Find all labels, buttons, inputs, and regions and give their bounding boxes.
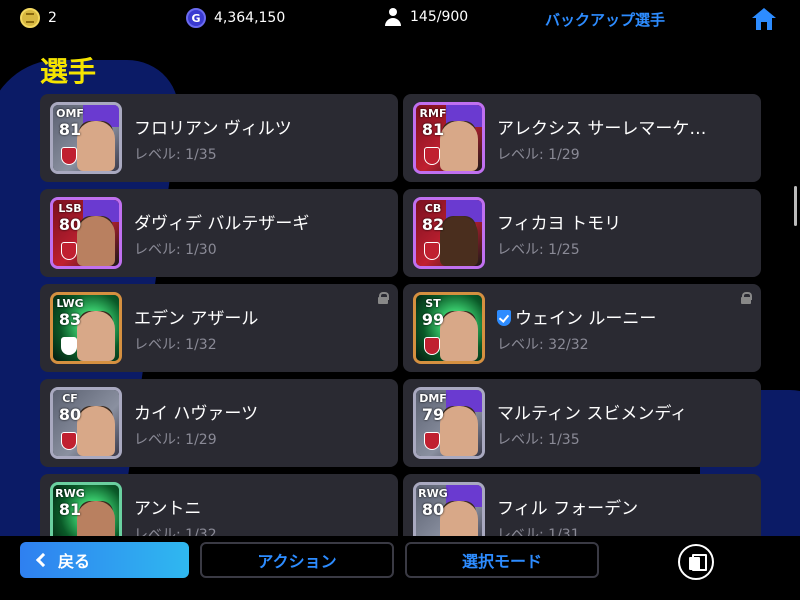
player-rating: 80 bbox=[421, 500, 445, 519]
player-rating: 81 bbox=[58, 120, 82, 139]
player-thumbnail: ST 99 bbox=[413, 292, 485, 364]
club-crest-icon bbox=[424, 242, 440, 260]
player-thumbnail: DMF 79 bbox=[413, 387, 485, 459]
player-position: RWG bbox=[418, 487, 448, 500]
coins-value: 2 bbox=[48, 10, 57, 26]
player-thumbnail: LWG 83 bbox=[50, 292, 122, 364]
player-position: DMF bbox=[419, 392, 447, 405]
player-position: LSB bbox=[58, 202, 82, 215]
player-level: レベル: 1/35 bbox=[134, 147, 217, 163]
player-thumbnail: RWG 81 bbox=[50, 482, 122, 536]
player-card[interactable]: LSB 80 ダヴィデ バルテザーギ レベル: 1/30 bbox=[40, 189, 398, 277]
player-name: ウェイン ルーニー bbox=[515, 309, 657, 329]
player-card[interactable]: LWG 83 エデン アザール レベル: 1/32 bbox=[40, 284, 398, 372]
backup-players-link[interactable]: バックアップ選手 bbox=[545, 9, 665, 30]
player-card[interactable]: CB 82 フィカヨ トモリ レベル: 1/25 bbox=[403, 189, 761, 277]
player-rating: 81 bbox=[421, 120, 445, 139]
coin-icon bbox=[20, 8, 40, 28]
club-crest-icon bbox=[424, 337, 440, 355]
player-level: レベル: 1/35 bbox=[497, 432, 580, 448]
player-rating: 80 bbox=[58, 215, 82, 234]
select-mode-button[interactable]: 選択モード bbox=[405, 542, 599, 578]
player-name: アレクシス サーレマーケ… bbox=[497, 119, 707, 139]
player-rating: 80 bbox=[58, 405, 82, 424]
player-level: レベル: 1/32 bbox=[134, 527, 217, 536]
action-button[interactable]: アクション bbox=[200, 542, 394, 578]
player-name: ダヴィデ バルテザーギ bbox=[134, 214, 310, 234]
player-list: OMF 81 フロリアン ヴィルツ レベル: 1/35 RMF 81 アレクシス… bbox=[40, 94, 762, 536]
player-level: レベル: 1/32 bbox=[134, 337, 217, 353]
action-button-label: アクション bbox=[257, 552, 337, 571]
club-crest-icon bbox=[61, 242, 77, 260]
club-crest-icon bbox=[61, 147, 77, 165]
player-thumbnail: RMF 81 bbox=[413, 102, 485, 174]
player-thumbnail: LSB 80 bbox=[50, 197, 122, 269]
squad-count-stat: 145/900 bbox=[384, 8, 468, 26]
player-thumbnail: CB 82 bbox=[413, 197, 485, 269]
section-title: 選手 bbox=[40, 55, 97, 88]
player-card[interactable]: DMF 79 マルティン スビメンディ レベル: 1/35 bbox=[403, 379, 761, 467]
player-name: フロリアン ヴィルツ bbox=[134, 119, 292, 139]
home-icon[interactable] bbox=[750, 6, 778, 32]
player-card[interactable]: ST 99 ウェイン ルーニー レベル: 32/32 bbox=[403, 284, 761, 372]
squad-count-value: 145/900 bbox=[410, 9, 469, 25]
club-crest-icon bbox=[61, 432, 77, 450]
player-rating: 81 bbox=[58, 500, 82, 519]
select-mode-button-label: 選択モード bbox=[461, 552, 542, 571]
player-name: カイ ハヴァーツ bbox=[134, 404, 259, 424]
player-name: エデン アザール bbox=[134, 309, 259, 329]
player-thumbnail: RWG 80 bbox=[413, 482, 485, 536]
chevron-left-icon bbox=[35, 552, 51, 568]
player-rating: 82 bbox=[421, 215, 445, 234]
player-card[interactable]: OMF 81 フロリアン ヴィルツ レベル: 1/35 bbox=[40, 94, 398, 182]
copy-button[interactable] bbox=[678, 544, 714, 580]
gp-stat: G 4,364,150 bbox=[186, 8, 285, 28]
player-level: レベル: 1/29 bbox=[497, 147, 580, 163]
club-crest-icon bbox=[424, 432, 440, 450]
player-position: CB bbox=[424, 202, 442, 215]
player-level: レベル: 1/25 bbox=[497, 242, 580, 258]
player-position: CF bbox=[62, 392, 78, 405]
coins-stat: 2 bbox=[20, 8, 57, 28]
scrollbar[interactable] bbox=[794, 186, 797, 226]
lock-icon bbox=[378, 292, 389, 304]
gp-value: 4,364,150 bbox=[214, 10, 286, 26]
player-level: レベル: 32/32 bbox=[497, 337, 589, 353]
player-position: RWG bbox=[55, 487, 85, 500]
gp-icon: G bbox=[186, 8, 206, 28]
player-name: フィル フォーデン bbox=[497, 499, 639, 519]
shield-check-icon bbox=[497, 310, 511, 326]
player-level: レベル: 1/31 bbox=[497, 527, 580, 536]
player-name: アントニ bbox=[134, 499, 202, 519]
player-rating: 83 bbox=[58, 310, 82, 329]
person-icon bbox=[384, 8, 402, 26]
player-name: フィカヨ トモリ bbox=[497, 214, 622, 234]
player-card[interactable]: CF 80 カイ ハヴァーツ レベル: 1/29 bbox=[40, 379, 398, 467]
player-card[interactable]: RWG 81 アントニ レベル: 1/32 bbox=[40, 474, 398, 536]
player-name-row: ウェイン ルーニー bbox=[497, 304, 656, 329]
back-button[interactable]: 戻る bbox=[20, 542, 189, 578]
player-level: レベル: 1/29 bbox=[134, 432, 217, 448]
player-level: レベル: 1/30 bbox=[134, 242, 217, 258]
player-card[interactable]: RWG 80 フィル フォーデン レベル: 1/31 bbox=[403, 474, 761, 536]
player-position: LWG bbox=[56, 297, 84, 310]
player-card[interactable]: RMF 81 アレクシス サーレマーケ… レベル: 1/29 bbox=[403, 94, 761, 182]
player-position: RMF bbox=[419, 107, 447, 120]
club-crest-icon bbox=[61, 337, 77, 355]
player-thumbnail: OMF 81 bbox=[50, 102, 122, 174]
club-crest-icon bbox=[424, 147, 440, 165]
player-position: OMF bbox=[56, 107, 84, 120]
player-name: マルティン スビメンディ bbox=[497, 404, 688, 424]
top-bar: 2 G 4,364,150 145/900 バックアップ選手 bbox=[0, 0, 800, 36]
copy-icon bbox=[689, 554, 707, 571]
player-rating: 99 bbox=[421, 310, 445, 329]
player-position: ST bbox=[425, 297, 441, 310]
player-rating: 79 bbox=[421, 405, 445, 424]
player-thumbnail: CF 80 bbox=[50, 387, 122, 459]
back-button-label: 戻る bbox=[58, 552, 91, 571]
lock-icon bbox=[741, 292, 752, 304]
